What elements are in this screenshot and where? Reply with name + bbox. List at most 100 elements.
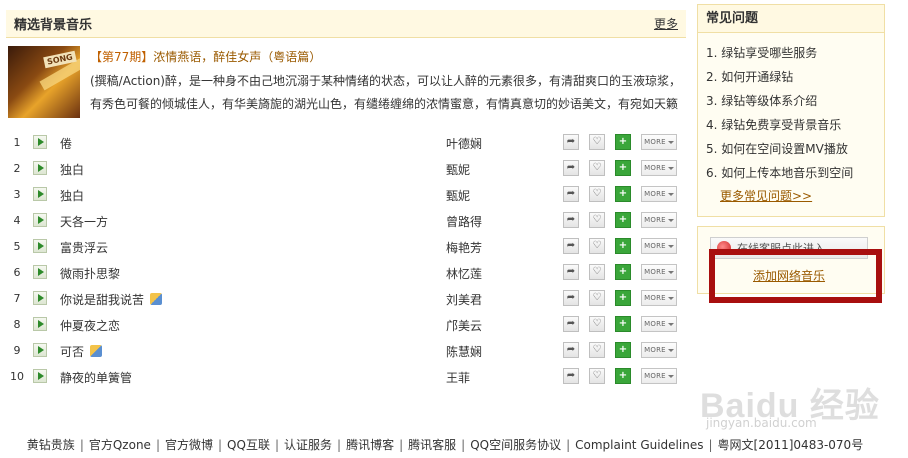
song-title-text: 静夜的单簧管 [60,371,133,385]
hq-badge-icon [90,345,103,357]
faq-item[interactable]: 5. 如何在空间设置MV播放 [706,137,884,161]
footer-link[interactable]: 腾讯博客 [346,438,394,452]
feature-title[interactable]: 【第77期】浓情燕语，醉佳女声（粤语篇） [90,48,321,65]
song-title[interactable]: 可否 [60,343,103,360]
faq-item[interactable]: 2. 如何开通绿钻 [706,65,884,89]
heart-icon[interactable]: ♡ [589,186,605,202]
heart-icon[interactable]: ♡ [589,134,605,150]
song-title[interactable]: 富贵浮云 [60,239,108,256]
song-title[interactable]: 独白 [60,187,84,204]
more-dropdown-button[interactable]: MORE [641,368,677,384]
more-dropdown-button[interactable]: MORE [641,264,677,280]
song-row: 3 独白 甄妮 ➦ ♡ + MORE [6,182,686,208]
song-title[interactable]: 你说是甜我说苦 [60,291,163,308]
add-music-icon[interactable]: + [615,134,631,150]
more-dropdown-button[interactable]: MORE [641,238,677,254]
play-icon[interactable] [33,369,47,383]
more-dropdown-button[interactable]: MORE [641,212,677,228]
issue-subtitle[interactable]: 浓情燕语，醉佳女声（粤语篇） [153,50,321,64]
heart-icon[interactable]: ♡ [589,264,605,280]
add-music-icon[interactable]: + [615,342,631,358]
share-icon[interactable]: ➦ [563,212,579,228]
footer-link[interactable]: Complaint Guidelines [575,438,703,452]
footer-link[interactable]: 黄钻贵族 [27,438,75,452]
artist-name[interactable]: 曾路得 [446,213,482,230]
artist-name[interactable]: 陈慧娴 [446,343,482,360]
add-music-icon[interactable]: + [615,160,631,176]
share-icon[interactable]: ➦ [563,134,579,150]
play-icon[interactable] [33,291,47,305]
play-icon[interactable] [33,161,47,175]
share-icon[interactable]: ➦ [563,342,579,358]
footer-link[interactable]: 认证服务 [284,438,332,452]
song-number: 7 [13,292,21,305]
footer-link[interactable]: 官方Qzone [89,438,151,452]
song-title[interactable]: 微雨扑思黎 [60,265,120,282]
share-icon[interactable]: ➦ [563,290,579,306]
footer-link[interactable]: 粤网文[2011]0483-070号 [718,438,864,452]
add-music-icon[interactable]: + [615,238,631,254]
share-icon[interactable]: ➦ [563,160,579,176]
share-icon[interactable]: ➦ [563,186,579,202]
issue-number[interactable]: 【第77期】 [90,50,153,64]
footer-link[interactable]: 官方微博 [165,438,213,452]
song-title[interactable]: 倦 [60,135,72,152]
song-list: 1 倦叶德娴 ➦ ♡ + MORE 2 独白 甄妮 ➦ ♡ + MORE 3 独白 甄妮 ➦ ♡ + MORE 4 天各一… [6,130,686,390]
add-music-icon[interactable]: + [615,264,631,280]
share-icon[interactable]: ➦ [563,316,579,332]
song-title[interactable]: 天各一方 [60,213,108,230]
more-link[interactable]: 更多 [654,15,678,32]
add-music-icon[interactable]: + [615,316,631,332]
song-title[interactable]: 静夜的单簧管 [60,369,132,386]
heart-icon[interactable]: ♡ [589,238,605,254]
share-icon[interactable]: ➦ [563,264,579,280]
artist-name[interactable]: 王菲 [446,369,470,386]
footer-link[interactable]: QQ互联 [227,438,270,452]
artist-name[interactable]: 刘美君 [446,291,482,308]
faq-item[interactable]: 3. 绿钻等级体系介绍 [706,89,884,113]
chevron-down-icon [667,244,674,248]
share-icon[interactable]: ➦ [563,238,579,254]
play-icon[interactable] [33,213,47,227]
add-music-icon[interactable]: + [615,290,631,306]
faq-more-link[interactable]: 更多常见问题>> [720,185,884,207]
song-title[interactable]: 仲夏夜之恋 [60,317,120,334]
add-music-icon[interactable]: + [615,212,631,228]
heart-icon[interactable]: ♡ [589,342,605,358]
footer-link[interactable]: 腾讯客服 [408,438,456,452]
play-icon[interactable] [33,265,47,279]
heart-icon[interactable]: ♡ [589,368,605,384]
song-title-text: 天各一方 [60,215,109,229]
share-icon[interactable]: ➦ [563,368,579,384]
artist-name[interactable]: 梅艳芳 [446,239,482,256]
play-icon[interactable] [33,187,47,201]
artist-name[interactable]: 叶德娴 [446,135,482,152]
play-icon[interactable] [33,317,47,331]
play-icon[interactable] [33,239,47,253]
artist-name[interactable]: 林忆莲 [446,265,482,282]
more-dropdown-button[interactable]: MORE [641,316,677,332]
play-icon[interactable] [33,135,47,149]
heart-icon[interactable]: ♡ [589,212,605,228]
faq-item[interactable]: 1. 绿钻享受哪些服务 [706,41,884,65]
add-music-icon[interactable]: + [615,186,631,202]
more-dropdown-button[interactable]: MORE [641,186,677,202]
footer-link[interactable]: QQ空间服务协议 [470,438,561,452]
song-number: 10 [10,370,24,383]
more-dropdown-button[interactable]: MORE [641,290,677,306]
artist-name[interactable]: 甄妮 [446,187,470,204]
faq-item[interactable]: 4. 绿钻免费享受背景音乐 [706,113,884,137]
album-cover-image[interactable]: SONG [8,46,80,118]
faq-item[interactable]: 6. 如何上传本地音乐到空间 [706,161,884,185]
song-title[interactable]: 独白 [60,161,84,178]
more-dropdown-button[interactable]: MORE [641,134,677,150]
heart-icon[interactable]: ♡ [589,290,605,306]
artist-name[interactable]: 邝美云 [446,317,482,334]
add-music-icon[interactable]: + [615,368,631,384]
play-icon[interactable] [33,343,47,357]
heart-icon[interactable]: ♡ [589,160,605,176]
more-dropdown-button[interactable]: MORE [641,160,677,176]
more-dropdown-button[interactable]: MORE [641,342,677,358]
heart-icon[interactable]: ♡ [589,316,605,332]
artist-name[interactable]: 甄妮 [446,161,470,178]
